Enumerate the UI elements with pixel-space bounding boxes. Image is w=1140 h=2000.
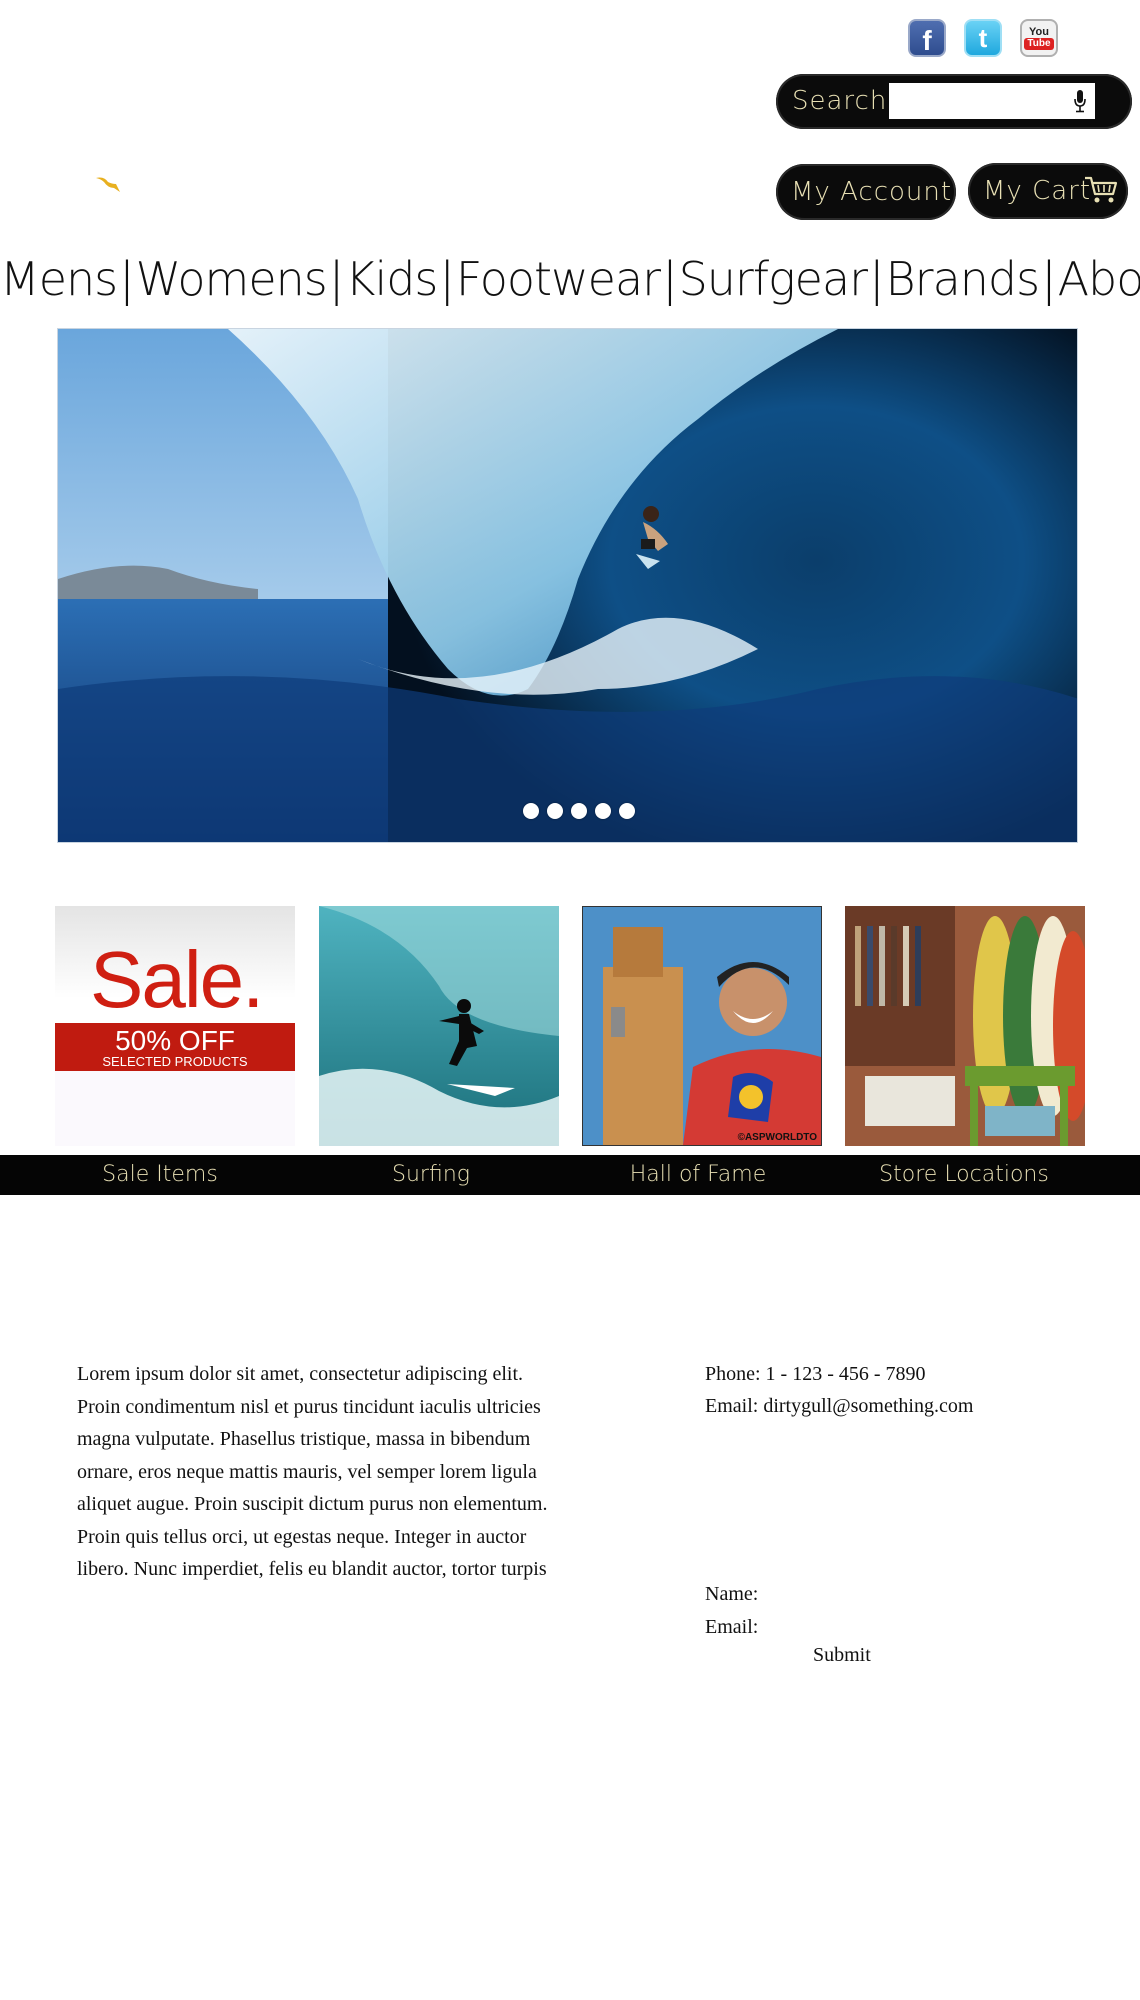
surfing-tile[interactable] [319,906,559,1146]
hero-wave-image [58,329,1077,842]
contact-phone: Phone: 1 - 123 - 456 - 7890 [705,1363,926,1385]
nav-separator: | [869,252,884,306]
youtube-tube-text: Tube [1024,38,1054,50]
contact-email: Email: dirtygull@something.com [705,1395,974,1417]
hall-of-fame-tile[interactable]: ©ASPWORLDTO [582,906,822,1146]
submit-button[interactable]: Submit [813,1644,871,1667]
nav-item-surfgear[interactable]: Surfgear [679,252,868,306]
nav-separator: | [328,252,344,306]
category-sale-items[interactable]: Sale Items [102,1155,218,1195]
nav-item-kids[interactable]: Kids [345,252,438,306]
slide-dot[interactable] [619,803,635,819]
hall-of-fame-image [583,907,821,1145]
main-nav: Mens|Womens|Kids|Footwear|Surfgear|Brand… [0,252,1140,306]
my-cart-button[interactable]: My Cart [968,163,1128,219]
my-account-label: My Account [791,177,953,207]
email-field[interactable] [764,1614,989,1641]
nav-item-mens[interactable]: Mens [0,252,118,306]
category-store-locations[interactable]: Store Locations [879,1155,1049,1195]
nav-item-womens[interactable]: Womens [136,252,328,306]
microphone-icon[interactable] [1073,89,1087,113]
category-hall-of-fame[interactable]: Hall of Fame [630,1155,767,1195]
twitter-icon[interactable]: t [964,19,1002,57]
nav-separator: | [119,252,134,306]
search-label: Search [792,86,888,116]
my-account-button[interactable]: My Account [776,164,956,220]
search-input[interactable] [889,83,1071,117]
category-surfing[interactable]: Surfing [392,1155,470,1195]
youtube-icon[interactable]: You Tube [1020,19,1058,57]
surfing-image [319,906,559,1146]
cart-icon [1085,176,1118,203]
name-field[interactable] [764,1581,989,1608]
email-label: Email: [705,1616,759,1638]
sale-subtext: SELECTED PRODUCTS [102,1054,248,1069]
youtube-you-text: You [1029,26,1049,38]
sale-tile[interactable]: Sale. 50% OFF SELECTED PRODUCTS [55,906,295,1146]
search-bar: Search [776,74,1132,129]
hero-slideshow[interactable] [57,328,1078,843]
seagull-logo-icon[interactable] [94,174,122,198]
store-locations-tile[interactable] [845,906,1085,1146]
nav-item-brands[interactable]: Brands [886,252,1041,306]
nav-separator: | [1041,252,1056,306]
slide-dot[interactable] [595,803,611,819]
store-image [845,906,1085,1146]
slide-dot[interactable] [523,803,539,819]
name-label: Name: [705,1583,759,1605]
slide-dot[interactable] [571,803,587,819]
slide-indicator [523,803,635,819]
facebook-glyph: f [922,25,932,56]
category-bar: Sale Items Surfing Hall of Fame Store Lo… [0,1155,1140,1195]
search-box [889,83,1095,119]
nav-item-about[interactable]: About [1058,252,1140,306]
contact-info: Phone: 1 - 123 - 456 - 7890 Email: dirty… [705,1358,973,1422]
facebook-icon[interactable]: f [908,19,946,57]
about-paragraph: Lorem ipsum dolor sit amet, consectetur … [77,1363,548,1580]
twitter-glyph: t [978,22,988,53]
sale-band: 50% OFF SELECTED PRODUCTS [55,1023,295,1071]
sale-word: Sale. [90,935,264,1024]
contact-form: Name: Email: [705,1578,989,1644]
nav-separator: | [439,252,454,306]
slide-dot[interactable] [547,803,563,819]
nav-separator: | [662,252,677,306]
sale-percent: 50% OFF [115,1025,235,1056]
nav-item-footwear[interactable]: Footwear [456,252,661,306]
image-watermark: ©ASPWORLDTO [737,1132,817,1143]
